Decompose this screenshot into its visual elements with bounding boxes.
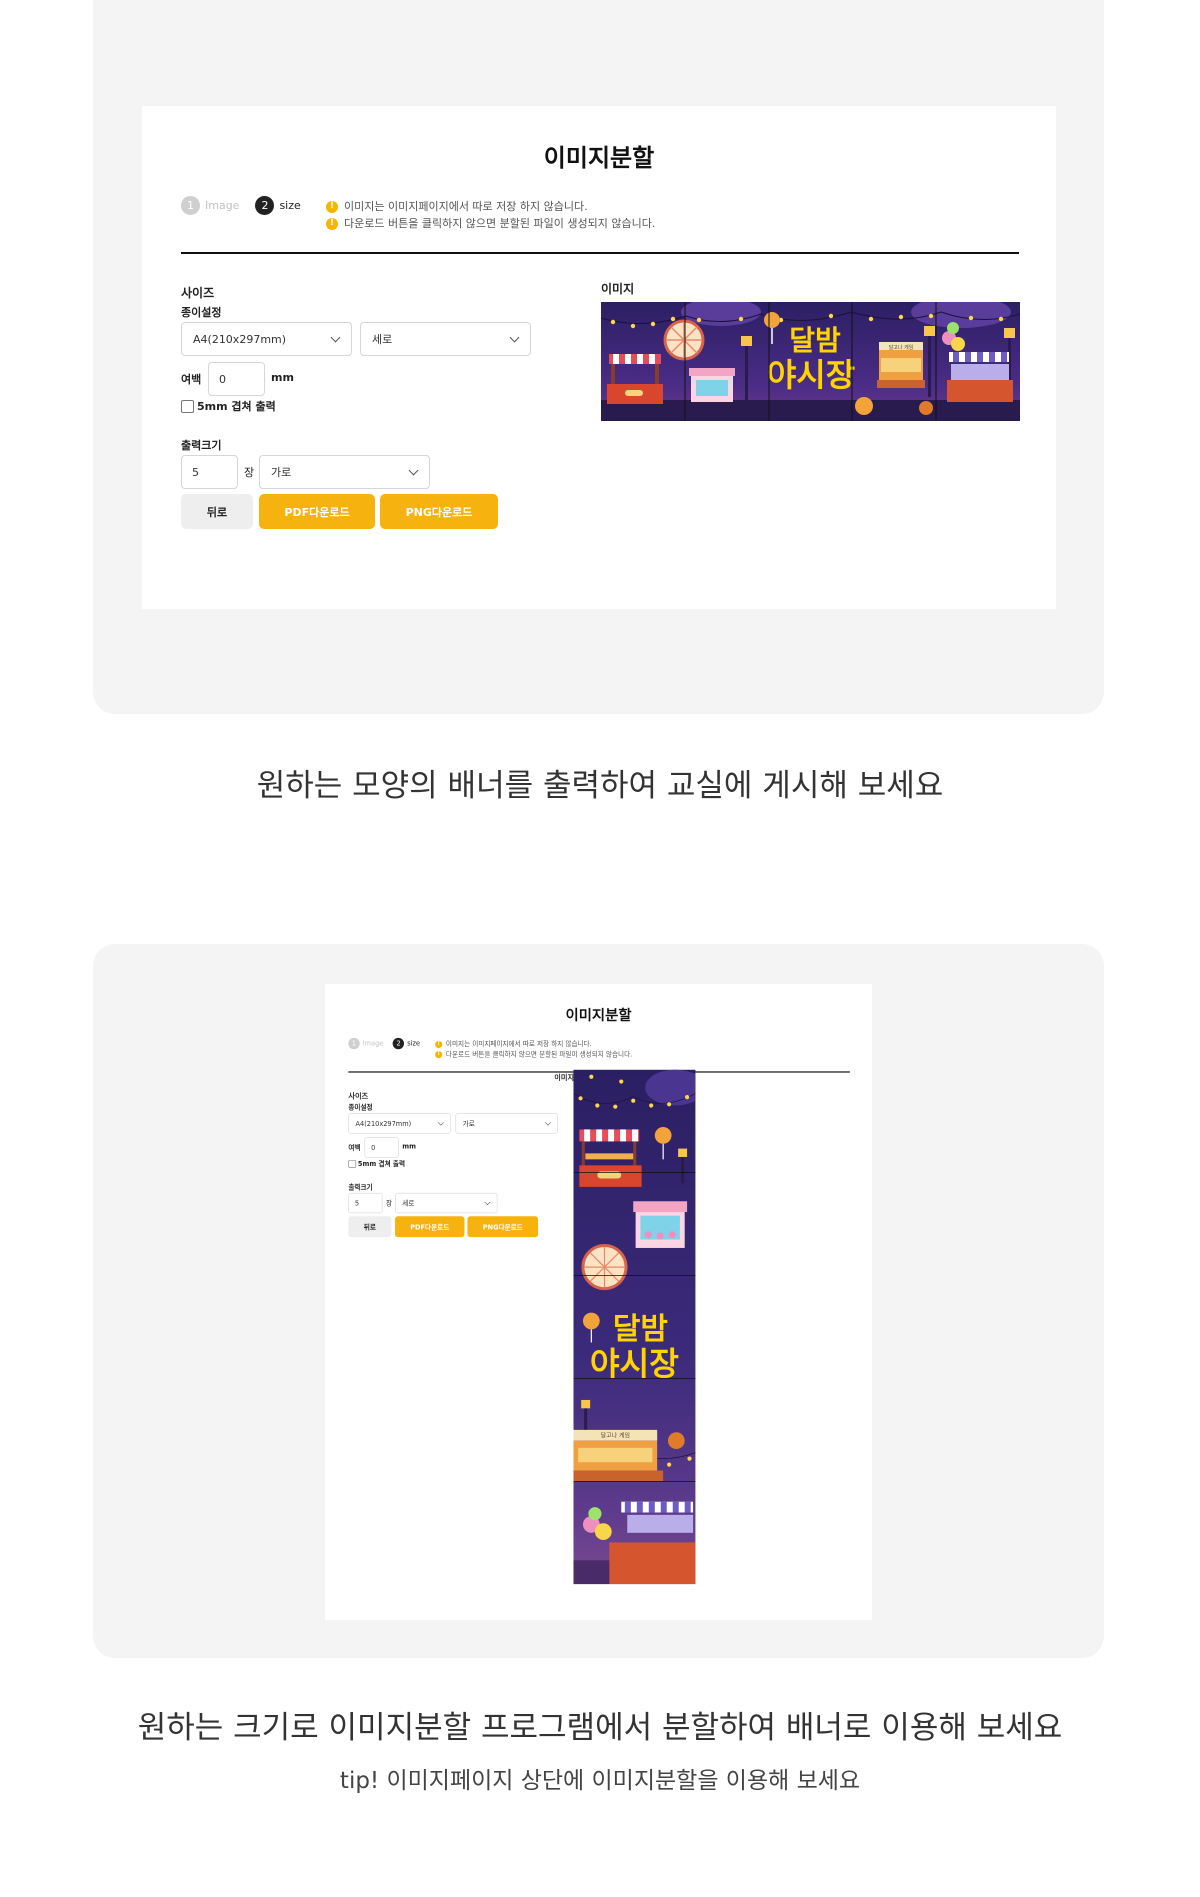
size-section-label: 사이즈 [348,1091,369,1101]
output-size-label: 출력크기 [181,439,222,452]
png-download-button[interactable]: PNG다운로드 [467,1216,539,1238]
caption-tip: tip! 이미지페이지 상단에 이미지분할을 이용해 보세요 [339,1768,861,1794]
step-number: 1 [348,1037,360,1050]
image-split-app-screenshot: 이미지분할 1 Image 2 size ! 이미지는 이미지페이지에서 따로 저… [325,984,872,1620]
step-label: size [407,1039,421,1048]
back-button[interactable]: 뒤로 [181,494,253,529]
banner-title-line2: 야시장 [767,356,855,394]
chevron-down-icon [484,1199,491,1206]
paper-setting-label: 종이설정 [348,1103,373,1112]
banner-preview-horizontal: 달밤 야시장 달고나 게임 [601,302,1020,421]
notice-item: ! 다운로드 버튼을 클릭하지 않으면 분할된 파일이 생성되지 않습니다. [326,215,655,232]
pdf-download-button[interactable]: PDF다운로드 [259,494,375,529]
notice-item: ! 다운로드 버튼을 클릭하지 않으면 분할된 파일이 생성되지 않습니다. [435,1049,632,1059]
step-indicator: 1 Image 2 size [181,196,309,215]
step-number: 2 [392,1037,405,1050]
divider [181,252,1019,254]
banner-preview-vertical: 달밤 야시장 달고나 게임 [573,1069,696,1585]
output-direction-select[interactable]: 가로 [259,455,430,489]
image-section-label: 이미지 [601,282,635,296]
chevron-down-icon [408,465,419,476]
preview-panel-horizontal: 이미지분할 1 Image 2 size ! 이미지는 이미지페이지에서 따로 저… [93,0,1104,714]
output-size-label: 출력크기 [348,1183,373,1192]
margin-label: 여백 [348,1143,361,1152]
notice-item: ! 이미지는 이미지페이지에서 따로 저장 하지 않습니다. [435,1039,632,1049]
paper-size-select[interactable]: A4(210x297mm) [348,1113,451,1134]
margin-input[interactable]: 0 [364,1137,399,1158]
page-title: 이미지분할 [543,144,655,172]
margin-label: 여백 [181,373,202,386]
overlap-checkbox[interactable] [181,399,194,413]
overlap-checkbox-row[interactable]: 5mm 겹쳐 출력 [181,398,276,414]
paper-setting-label: 종이설정 [181,306,222,319]
output-count-input[interactable]: 5 [181,455,238,489]
banner-title-line1: 달밤 [789,324,841,357]
notice-item: ! 이미지는 이미지페이지에서 따로 저장 하지 않습니다. [326,198,655,215]
night-market-banner-image: 달밤 야시장 달고나 게임 [573,1069,696,1585]
caption-second: 원하는 크기로 이미지분할 프로그램에서 분할하여 배너로 이용해 보세요 [137,1710,1063,1746]
step-image[interactable]: 1 Image [348,1037,384,1050]
step-label: size [279,199,301,212]
warning-icon: ! [435,1050,443,1058]
chevron-down-icon [509,332,520,343]
step-image[interactable]: 1 Image [181,196,239,215]
paper-size-select[interactable]: A4(210x297mm) [181,322,352,356]
margin-input[interactable]: 0 [208,362,265,396]
notice-list: ! 이미지는 이미지페이지에서 따로 저장 하지 않습니다. ! 다운로드 버튼을 … [435,1039,632,1059]
banner-sign-text: 달고나 게임 [601,1432,630,1440]
night-market-banner-image: 달밤 야시장 달고나 게임 [601,302,1020,421]
caption-first: 원하는 모양의 배너를 출력하여 교실에 게시해 보세요 [256,768,944,804]
banner-title-line1: 달밤 [613,1312,668,1347]
step-number: 2 [255,196,275,215]
png-download-button[interactable]: PNG다운로드 [380,494,498,529]
notice-list: ! 이미지는 이미지페이지에서 따로 저장 하지 않습니다. ! 다운로드 버튼을 … [326,198,655,232]
warning-icon: ! [326,200,338,213]
margin-unit: mm [271,371,294,384]
step-label: Image [205,199,240,212]
warning-icon: ! [326,217,338,230]
size-section-label: 사이즈 [181,286,215,300]
chevron-down-icon [437,1119,444,1126]
orientation-select[interactable]: 가로 [455,1113,558,1134]
overlap-checkbox-row[interactable]: 5mm 겹쳐 출력 [348,1159,405,1169]
chevron-down-icon [544,1119,551,1126]
image-section-label: 이미지 [554,1073,575,1082]
output-unit: 장 [386,1199,393,1208]
pdf-download-button[interactable]: PDF다운로드 [395,1216,465,1238]
orientation-select[interactable]: 세로 [360,322,531,356]
step-size[interactable]: 2 size [392,1037,421,1050]
output-unit: 장 [244,466,255,479]
page-title: 이미지분할 [565,1006,632,1024]
banner-sign-text: 달고나 게임 [889,344,914,351]
step-size[interactable]: 2 size [255,196,301,215]
step-indicator: 1 Image 2 size [348,1037,424,1050]
step-number: 1 [181,196,200,215]
back-button[interactable]: 뒤로 [348,1216,392,1238]
image-split-app-screenshot: 이미지분할 1 Image 2 size ! 이미지는 이미지페이지에서 따로 저… [142,106,1056,609]
output-direction-select[interactable]: 세로 [395,1192,498,1214]
margin-unit: mm [402,1142,416,1151]
output-count-input[interactable]: 5 [348,1192,383,1214]
preview-panel-vertical: 이미지분할 1 Image 2 size ! 이미지는 이미지페이지에서 따로 저… [93,944,1104,1658]
warning-icon: ! [435,1040,443,1048]
step-label: Image [362,1039,384,1048]
chevron-down-icon [330,332,341,343]
banner-title-line2: 야시장 [590,1345,679,1383]
overlap-checkbox[interactable] [348,1159,357,1168]
